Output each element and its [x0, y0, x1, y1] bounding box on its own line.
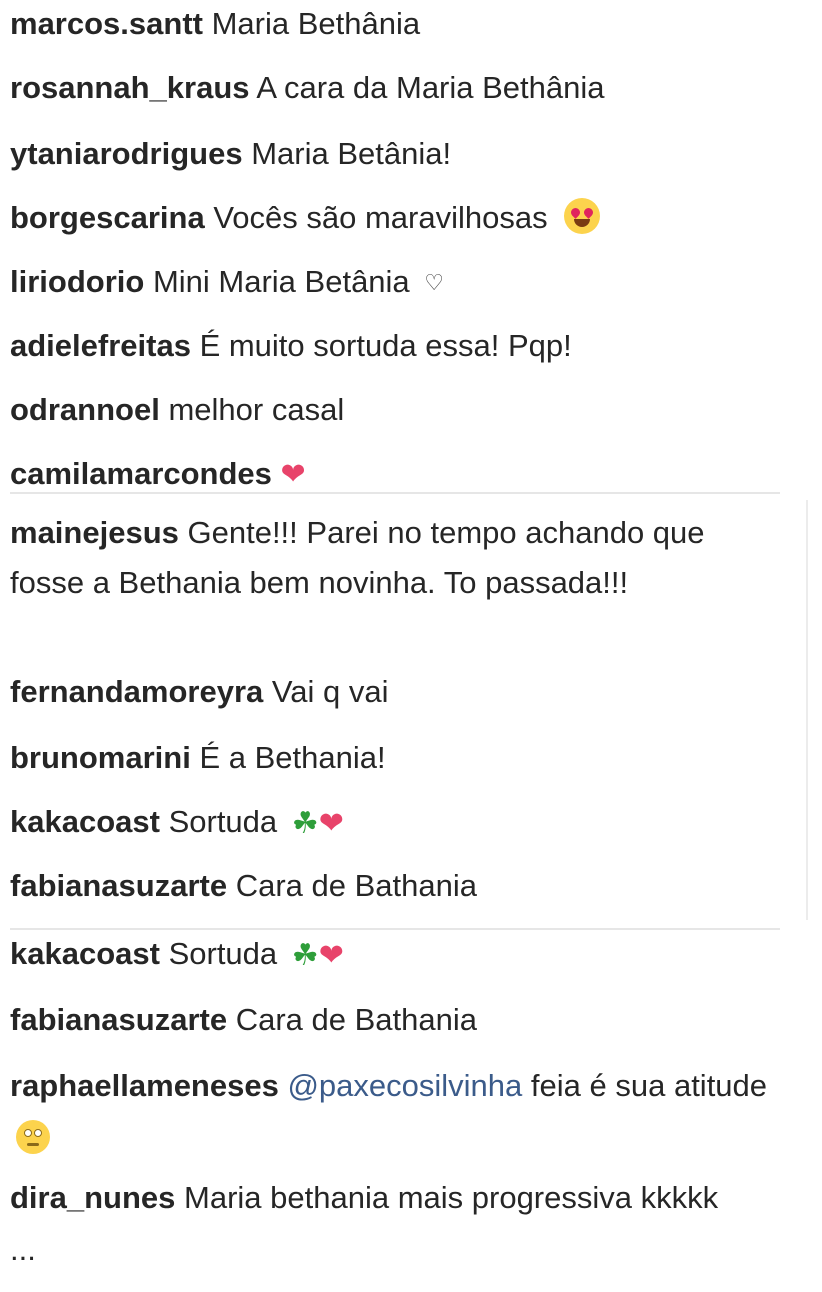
comment-item: fernandamoreyra Vai q vai	[10, 668, 389, 716]
comment-username[interactable]: ytaniarodrigues	[10, 136, 243, 171]
comment-item: adielefreitas É muito sortuda essa! Pqp!	[10, 322, 572, 370]
comment-text: Maria Betânia!	[251, 136, 452, 171]
comment-item: ytaniarodrigues Maria Betânia!	[10, 130, 451, 178]
comment-text: Cara de Bathania	[235, 1002, 477, 1037]
comment-text: Vocês são maravilhosas	[213, 200, 548, 235]
comment-item: marcos.santt Maria Bethânia	[10, 0, 420, 48]
heart-eyes-icon	[564, 198, 601, 234]
comment-username[interactable]: kakacoast	[10, 936, 160, 971]
comment-username[interactable]: dira_nunes	[10, 1180, 175, 1215]
comment-username[interactable]: borgescarina	[10, 200, 205, 235]
comment-item: odrannoel melhor casal	[10, 386, 344, 434]
comment-text: É muito sortuda essa! Pqp!	[199, 328, 572, 363]
mention-link[interactable]: @paxecosilvinha	[287, 1068, 522, 1103]
comment-text: Maria Bethânia	[211, 6, 421, 41]
comment-item: fabianasuzarte Cara de Bathania	[10, 996, 477, 1044]
comment-username[interactable]: rosannah_kraus	[10, 70, 250, 105]
comment-username[interactable]: kakacoast	[10, 804, 160, 839]
comment-text: Sortuda	[168, 936, 278, 971]
eye-roll-icon	[16, 1120, 50, 1154]
comment-item: liriodorio Mini Maria Betânia ♡	[10, 258, 444, 307]
section-divider	[10, 492, 780, 494]
comment-username[interactable]: raphaellameneses	[10, 1068, 279, 1103]
comments-screenshot: marcos.santt Maria Bethânia rosannah_kra…	[0, 0, 822, 1292]
comment-item: dira_nunes Maria bethania mais progressi…	[10, 1172, 750, 1276]
comment-username[interactable]: adielefreitas	[10, 328, 191, 363]
comment-item: rosannah_kraus A cara da Maria Bethânia	[10, 64, 605, 112]
comment-item: kakacoast Sortuda ☘❤	[10, 930, 344, 978]
comment-text: Vai q vai	[271, 674, 389, 709]
comment-text: É a Bethania!	[199, 740, 386, 775]
outline-heart-icon: ♡	[424, 270, 445, 295]
comment-text: A cara da Maria Bethânia	[256, 70, 605, 105]
comment-item: fabianasuzarte Cara de Bathania	[10, 862, 477, 910]
comment-text: Sortuda	[168, 804, 278, 839]
heart-icon: ❤	[280, 458, 306, 491]
comment-text: melhor casal	[168, 392, 345, 427]
comment-item: mainejesus Gente!!! Parei no tempo achan…	[10, 508, 770, 608]
comment-username[interactable]: camilamarcondes	[10, 456, 272, 491]
comment-username[interactable]: brunomarini	[10, 740, 191, 775]
clover-heart-icon: ☘❤	[291, 806, 344, 840]
comment-text: Cara de Bathania	[235, 868, 477, 903]
comment-text: Mini Maria Betânia	[152, 264, 410, 299]
comment-username[interactable]: mainejesus	[10, 515, 179, 550]
comment-item: kakacoast Sortuda ☘❤	[10, 798, 344, 846]
comment-username[interactable]: liriodorio	[10, 264, 144, 299]
comment-username[interactable]: fernandamoreyra	[10, 674, 263, 709]
comment-username[interactable]: fabianasuzarte	[10, 1002, 227, 1037]
comment-username[interactable]: odrannoel	[10, 392, 160, 427]
comment-item: borgescarina Vocês são maravilhosas	[10, 194, 601, 242]
comment-username[interactable]: fabianasuzarte	[10, 868, 227, 903]
comment-text: feia é sua atitude	[530, 1068, 768, 1103]
comment-username[interactable]: marcos.santt	[10, 6, 203, 41]
comment-item: brunomarini É a Bethania!	[10, 734, 386, 782]
comment-item: raphaellameneses @paxecosilvinha feia é …	[10, 1060, 770, 1164]
clover-heart-icon: ☘❤	[291, 938, 344, 972]
scrollbar-track[interactable]	[806, 500, 808, 920]
